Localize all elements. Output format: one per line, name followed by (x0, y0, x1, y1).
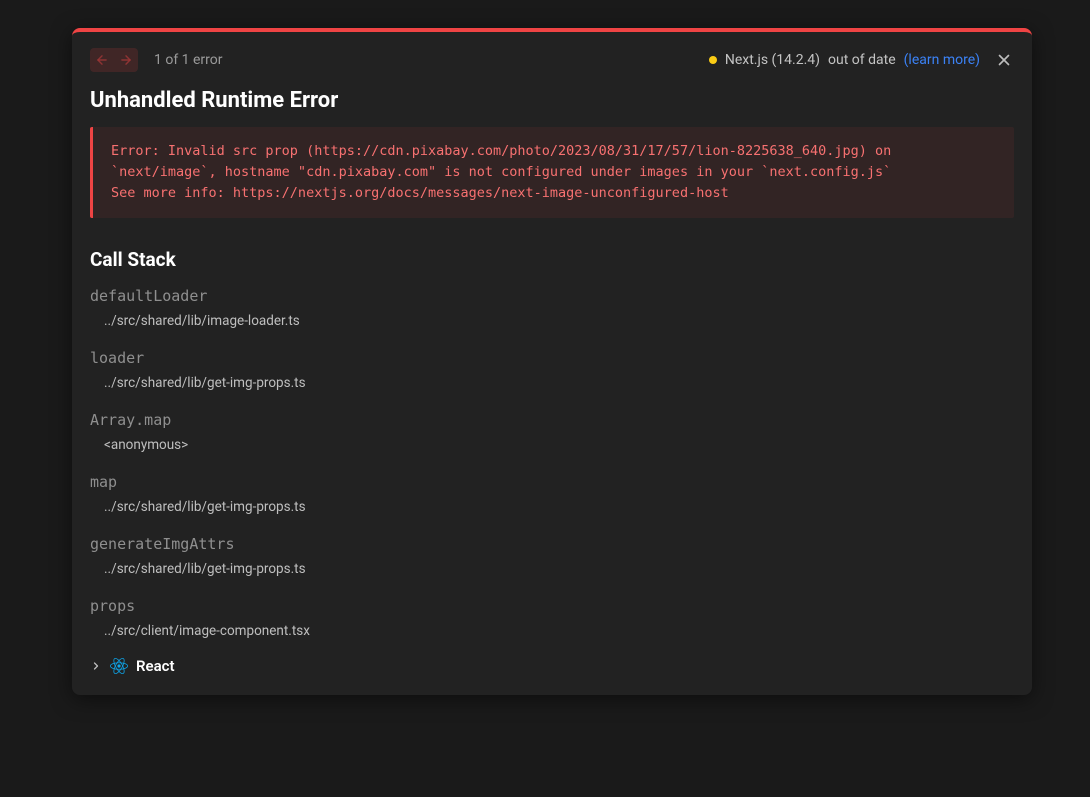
call-stack: defaultLoader ../src/shared/lib/image-lo… (72, 281, 1032, 653)
stack-frame: generateImgAttrs ../src/shared/lib/get-i… (90, 529, 1014, 591)
frame-function: props (90, 597, 1014, 615)
collapsed-frames-toggle[interactable]: React (72, 653, 1032, 675)
arrow-left-icon (95, 53, 109, 67)
stack-frame: Array.map <anonymous> (90, 405, 1014, 467)
out-of-date-label: out of date (828, 52, 896, 68)
close-icon (995, 51, 1013, 69)
stack-frame: props ../src/client/image-component.tsx (90, 591, 1014, 653)
framework-version: Next.js (14.2.4) (725, 52, 820, 68)
frame-location: ../src/shared/lib/get-img-props.ts (104, 499, 1014, 515)
error-overlay: 1 of 1 error Next.js (14.2.4) out of dat… (72, 28, 1032, 695)
frame-function: generateImgAttrs (90, 535, 1014, 553)
next-error-button[interactable] (114, 48, 138, 72)
arrow-right-icon (119, 53, 133, 67)
frame-location: ../src/shared/lib/image-loader.ts (104, 313, 1014, 329)
frame-function: defaultLoader (90, 287, 1014, 305)
prev-error-button[interactable] (90, 48, 114, 72)
error-title: Unhandled Runtime Error (72, 82, 1032, 127)
frame-function: Array.map (90, 411, 1014, 429)
version-status: Next.js (14.2.4) out of date (learn more… (709, 52, 980, 68)
stack-frame: loader ../src/shared/lib/get-img-props.t… (90, 343, 1014, 405)
frame-function: loader (90, 349, 1014, 367)
chevron-right-icon (90, 660, 102, 672)
close-button[interactable] (994, 50, 1014, 70)
frame-location: ../src/client/image-component.tsx (104, 623, 1014, 639)
frame-location: ../src/shared/lib/get-img-props.ts (104, 375, 1014, 391)
status-dot-icon (709, 56, 717, 64)
error-counter: 1 of 1 error (154, 52, 223, 68)
collapsed-frames-label: React (136, 657, 175, 675)
error-message: Error: Invalid src prop (https://cdn.pix… (90, 127, 1014, 218)
learn-more-link[interactable]: (learn more) (904, 52, 980, 68)
call-stack-title: Call Stack (72, 218, 1032, 281)
stack-frame: defaultLoader ../src/shared/lib/image-lo… (90, 281, 1014, 343)
stack-frame: map ../src/shared/lib/get-img-props.ts (90, 467, 1014, 529)
overlay-header: 1 of 1 error Next.js (14.2.4) out of dat… (72, 32, 1032, 82)
react-icon (110, 657, 128, 675)
frame-location: ../src/shared/lib/get-img-props.ts (104, 561, 1014, 577)
error-nav (90, 48, 138, 72)
frame-function: map (90, 473, 1014, 491)
frame-location: <anonymous> (104, 437, 1014, 453)
